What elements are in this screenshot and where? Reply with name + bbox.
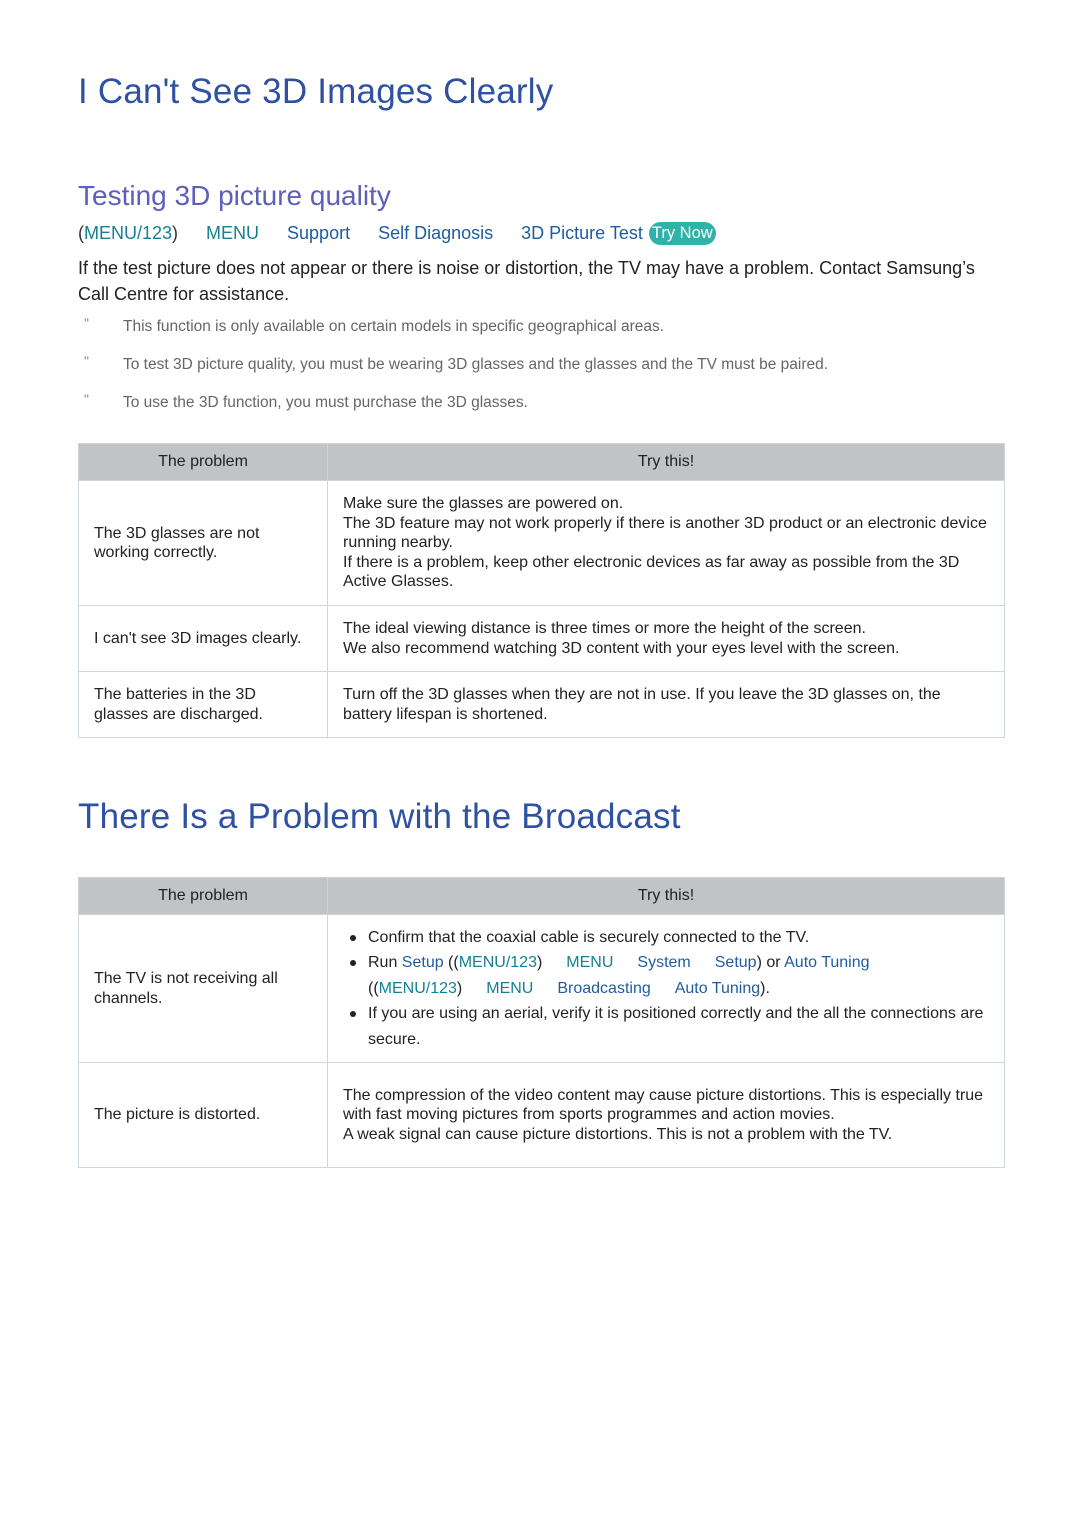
solution-line: The 3D feature may not work properly if … [343,514,987,552]
solution-list: Confirm that the coaxial cable is secure… [343,925,990,1053]
bullet-text: ) or [756,954,785,972]
note-text: To test 3D picture quality, you must be … [123,356,829,373]
solution-cell: Confirm that the coaxial cable is secure… [327,914,1005,1063]
note-icon: " [84,391,89,407]
setup-link[interactable]: Setup [402,954,444,971]
menu-link[interactable]: MENU [486,980,533,997]
bullet-item: If you are using an aerial, verify it is… [343,1001,990,1052]
problem-cell: The 3D glasses are not working correctly… [78,480,328,606]
page-title: I Can't See 3D Images Clearly [78,72,554,111]
table-row: The 3D glasses are not working correctly… [78,480,1005,606]
note-text: This function is only available on certa… [123,318,665,335]
bullet-text: ) [456,979,463,997]
header-problem: The problem [78,877,328,915]
problem-cell: The batteries in the 3D glasses are disc… [78,671,328,738]
solution-cell: The compression of the video content may… [327,1062,1005,1168]
solution-line: Turn off the 3D glasses when they are no… [343,686,941,723]
section-subtitle: Testing 3D picture quality [78,180,391,211]
header-problem: The problem [78,443,328,481]
problem-cell: The picture is distorted. [78,1062,328,1168]
solution-cell: The ideal viewing distance is three time… [327,605,1005,672]
auto-tuning-link[interactable]: Auto Tuning [784,954,869,971]
header-try-this: Try this! [327,877,1005,915]
solution-line: The ideal viewing distance is three time… [343,620,866,637]
solution-line: A weak signal can cause picture distorti… [343,1125,893,1143]
paren-close: ) [172,223,179,243]
auto-tuning-link[interactable]: Auto Tuning [675,980,760,997]
table-header-row: The problem Try this! [78,877,1005,915]
menu-123-link[interactable]: MENU/123 [379,980,457,997]
system-link[interactable]: System [637,954,690,971]
menu-link[interactable]: MENU [206,223,259,244]
note-icon: " [84,353,89,369]
bullet-text: Run [368,954,402,972]
menu-123-link[interactable]: MENU/123 [459,954,537,971]
menu-link[interactable]: MENU [566,954,613,971]
try-now-button[interactable]: Try Now [648,222,716,245]
menu-123-link[interactable]: MENU/123 [84,223,172,244]
support-link[interactable]: Support [287,223,350,244]
section-title-broadcast: There Is a Problem with the Broadcast [78,797,681,836]
solution-line: Make sure the glasses are powered on. [343,495,624,513]
bullet-item: Run Setup ((MENU/123) MENU System Setup) or… [343,950,990,1001]
solution-cell: Turn off the 3D glasses when they are no… [327,671,1005,738]
note-icon: " [84,315,89,331]
menu-path: ( MENU/123 ) MENU Support Self Diagnosis… [78,222,716,245]
bullet-text: ) [536,954,543,972]
solution-line: If there is a problem, keep other electr… [343,553,960,591]
broadcast-troubleshooting-table: The problem Try this! The TV is not rece… [78,877,1005,1168]
bullet-text: ). [760,979,770,997]
problem-cell: The TV is not receiving all channels. [78,914,328,1063]
table-row: I can't see 3D images clearly. The ideal… [78,605,1005,672]
bullet-text: (( [443,954,459,972]
table-row: The batteries in the 3D glasses are disc… [78,671,1005,738]
header-try-this: Try this! [327,443,1005,481]
table-row: The picture is distorted. The compressio… [78,1062,1005,1168]
broadcasting-link[interactable]: Broadcasting [557,980,650,997]
problem-cell: I can't see 3D images clearly. [78,605,328,672]
3d-troubleshooting-table: The problem Try this! The 3D glasses are… [78,443,1005,738]
3d-picture-test-link[interactable]: 3D Picture Test [521,223,643,244]
note-text: To use the 3D function, you must purchas… [123,394,528,411]
solution-cell: Make sure the glasses are powered on. Th… [327,480,1005,606]
intro-paragraph: If the test picture does not appear or t… [78,258,975,304]
table-header-row: The problem Try this! [78,443,1005,481]
solution-line: The compression of the video content may… [343,1086,984,1124]
self-diagnosis-link[interactable]: Self Diagnosis [378,223,493,244]
setup-link[interactable]: Setup [715,954,757,971]
bullet-text: (( [368,979,379,997]
solution-line: We also recommend watching 3D content wi… [343,639,900,657]
table-row: The TV is not receiving all channels. Co… [78,914,1005,1063]
bullet-item: Confirm that the coaxial cable is secure… [343,925,990,951]
